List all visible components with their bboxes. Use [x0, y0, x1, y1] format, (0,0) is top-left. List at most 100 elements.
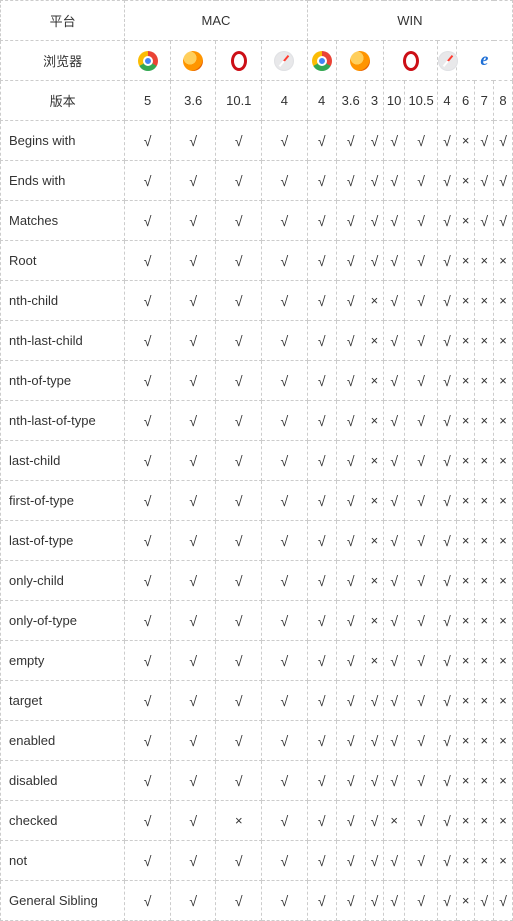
- support-yes: √: [262, 441, 308, 481]
- support-yes: √: [216, 641, 262, 681]
- support-no: ×: [456, 521, 475, 561]
- support-yes: √: [125, 281, 171, 321]
- support-yes: √: [216, 121, 262, 161]
- support-yes: √: [125, 241, 171, 281]
- support-yes: √: [307, 321, 336, 361]
- support-no: ×: [456, 201, 475, 241]
- support-yes: √: [125, 561, 171, 601]
- support-yes: √: [125, 761, 171, 801]
- support-no: ×: [494, 841, 513, 881]
- table-row: last-child√√√√√√×√√√×××: [1, 441, 513, 481]
- table-row: only-of-type√√√√√√×√√√×××: [1, 601, 513, 641]
- support-yes: √: [262, 841, 308, 881]
- support-no: ×: [456, 881, 475, 921]
- version-cell: 10.1: [216, 81, 262, 121]
- support-yes: √: [336, 241, 365, 281]
- support-yes: √: [262, 401, 308, 441]
- support-yes: √: [307, 161, 336, 201]
- support-no: ×: [475, 521, 494, 561]
- support-yes: √: [405, 841, 438, 881]
- support-no: ×: [365, 401, 384, 441]
- support-no: ×: [475, 601, 494, 641]
- support-yes: √: [125, 121, 171, 161]
- support-yes: √: [438, 761, 457, 801]
- support-no: ×: [475, 281, 494, 321]
- support-yes: √: [170, 721, 216, 761]
- support-no: ×: [365, 641, 384, 681]
- version-cell: 5: [125, 81, 171, 121]
- support-yes: √: [170, 281, 216, 321]
- version-cell: 10.5: [405, 81, 438, 121]
- browser-row: 浏览器: [1, 41, 513, 81]
- support-yes: √: [216, 241, 262, 281]
- feature-label: first-of-type: [1, 481, 125, 521]
- support-no: ×: [456, 121, 475, 161]
- support-no: ×: [456, 601, 475, 641]
- support-yes: √: [216, 441, 262, 481]
- support-yes: √: [216, 361, 262, 401]
- support-yes: √: [336, 881, 365, 921]
- support-yes: √: [262, 721, 308, 761]
- feature-label: Root: [1, 241, 125, 281]
- support-yes: √: [307, 121, 336, 161]
- support-no: ×: [494, 761, 513, 801]
- support-yes: √: [384, 561, 405, 601]
- feature-label: only-child: [1, 561, 125, 601]
- support-yes: √: [438, 601, 457, 641]
- support-no: ×: [456, 721, 475, 761]
- support-no: ×: [456, 441, 475, 481]
- support-yes: √: [384, 161, 405, 201]
- support-yes: √: [384, 441, 405, 481]
- support-yes: √: [170, 321, 216, 361]
- support-yes: √: [475, 121, 494, 161]
- support-yes: √: [405, 761, 438, 801]
- support-yes: √: [307, 361, 336, 401]
- support-yes: √: [170, 561, 216, 601]
- support-yes: √: [262, 881, 308, 921]
- support-yes: √: [262, 321, 308, 361]
- table-row: General Sibling√√√√√√√√√√×√√: [1, 881, 513, 921]
- support-yes: √: [438, 721, 457, 761]
- safari-icon: [438, 41, 457, 81]
- support-no: ×: [475, 481, 494, 521]
- table-row: Ends with√√√√√√√√√√×√√: [1, 161, 513, 201]
- feature-label: disabled: [1, 761, 125, 801]
- support-yes: √: [336, 281, 365, 321]
- support-no: ×: [494, 641, 513, 681]
- firefox-icon: [170, 41, 216, 81]
- support-no: ×: [456, 361, 475, 401]
- support-yes: √: [216, 161, 262, 201]
- support-yes: √: [365, 121, 384, 161]
- support-yes: √: [125, 641, 171, 681]
- support-yes: √: [216, 321, 262, 361]
- feature-label: last-of-type: [1, 521, 125, 561]
- support-yes: √: [170, 681, 216, 721]
- support-yes: √: [170, 161, 216, 201]
- support-yes: √: [125, 881, 171, 921]
- support-yes: √: [125, 801, 171, 841]
- support-yes: √: [307, 761, 336, 801]
- support-yes: √: [336, 601, 365, 641]
- table-row: nth-of-type√√√√√√×√√√×××: [1, 361, 513, 401]
- support-yes: √: [170, 441, 216, 481]
- version-cell: 7: [475, 81, 494, 121]
- platform-label: 平台: [1, 1, 125, 41]
- support-yes: √: [438, 361, 457, 401]
- support-yes: √: [262, 201, 308, 241]
- support-yes: √: [262, 681, 308, 721]
- support-yes: √: [384, 361, 405, 401]
- support-no: ×: [456, 281, 475, 321]
- support-no: ×: [365, 561, 384, 601]
- firefox-icon: [336, 41, 384, 81]
- support-no: ×: [494, 521, 513, 561]
- support-yes: √: [262, 601, 308, 641]
- support-yes: √: [384, 521, 405, 561]
- support-yes: √: [170, 121, 216, 161]
- support-yes: √: [216, 881, 262, 921]
- table-row: Root√√√√√√√√√√×××: [1, 241, 513, 281]
- support-yes: √: [494, 881, 513, 921]
- support-no: ×: [494, 321, 513, 361]
- support-yes: √: [384, 641, 405, 681]
- win-header: WIN: [307, 1, 512, 41]
- support-no: ×: [494, 401, 513, 441]
